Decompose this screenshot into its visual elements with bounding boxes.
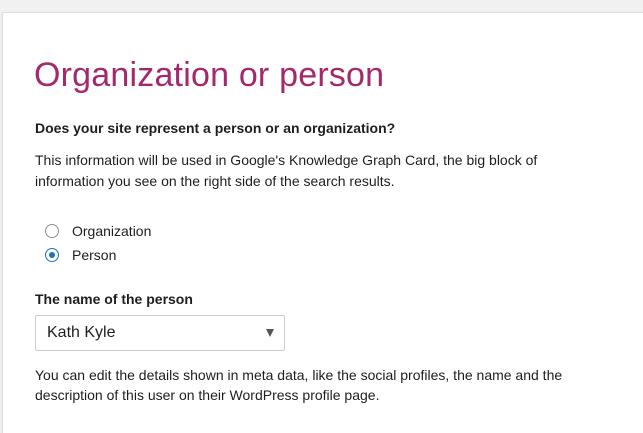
- person-radio[interactable]: [45, 248, 59, 262]
- description-text: This information will be used in Google'…: [35, 152, 538, 189]
- radio-option-person[interactable]: Person: [45, 245, 116, 265]
- chevron-down-icon: [266, 329, 274, 337]
- page-title: Organization or person: [34, 56, 385, 94]
- question-label: Does your site represent a person or an …: [35, 120, 396, 136]
- radio-option-organization[interactable]: Organization: [45, 221, 151, 241]
- person-name-selected-value: Kath Kyle: [47, 324, 116, 341]
- person-radio-label: Person: [72, 247, 117, 263]
- person-name-label: The name of the person: [35, 291, 193, 307]
- organization-radio-label: Organization: [72, 223, 152, 239]
- help-text: You can edit the details shown in meta d…: [35, 367, 563, 403]
- settings-panel: Organization or person Does your site re…: [2, 12, 643, 433]
- person-name-select[interactable]: Kath Kyle: [35, 315, 285, 351]
- organization-radio[interactable]: [45, 224, 59, 238]
